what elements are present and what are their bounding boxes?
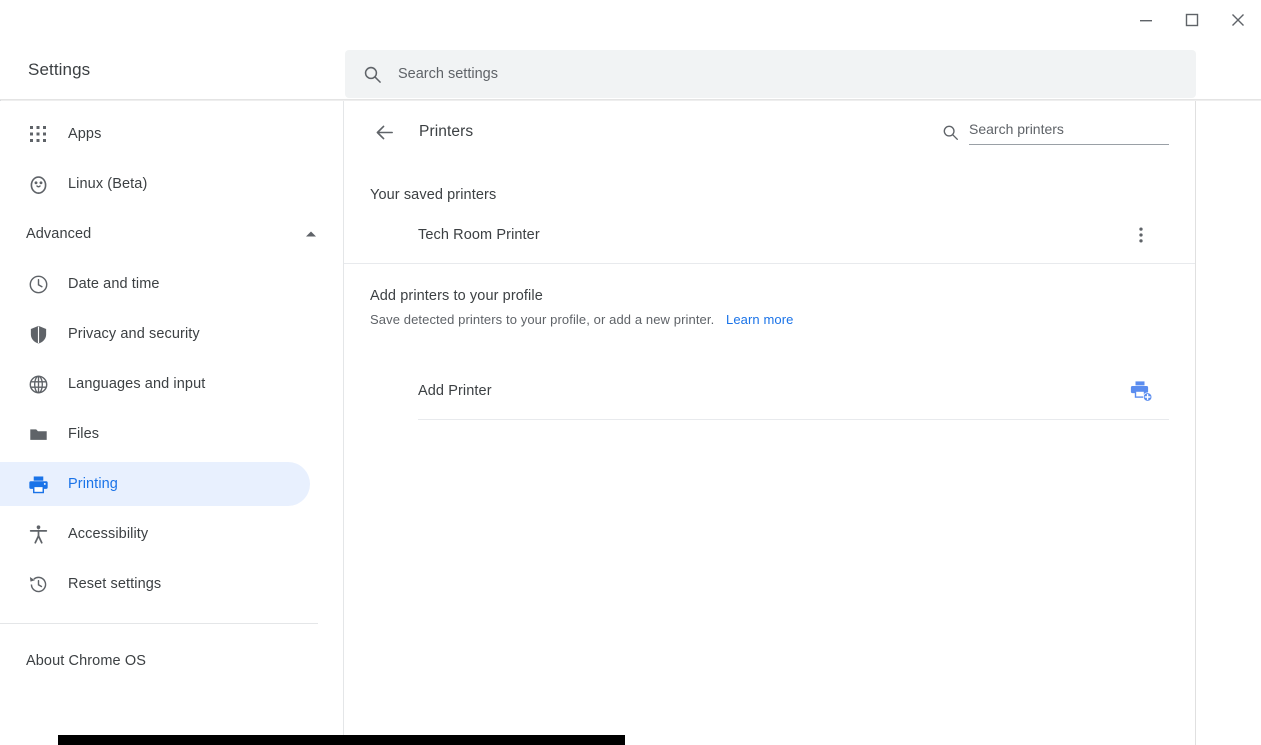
saved-printers-label: Your saved printers bbox=[370, 187, 497, 203]
add-printer-button[interactable]: Add Printer bbox=[344, 363, 1195, 419]
window-controls bbox=[1123, 0, 1261, 40]
back-arrow-icon bbox=[374, 122, 395, 143]
add-printers-subtitle-text: Save detected printers to your profile, … bbox=[370, 312, 715, 327]
close-button[interactable] bbox=[1215, 1, 1261, 39]
printer-icon bbox=[26, 472, 50, 496]
search-icon bbox=[942, 124, 959, 141]
add-printer-divider bbox=[418, 419, 1169, 420]
sidebar-item-accessibility[interactable]: Accessibility bbox=[0, 509, 343, 559]
section-divider bbox=[344, 263, 1195, 264]
add-printers-subtitle: Save detected printers to your profile, … bbox=[370, 312, 1195, 327]
add-printers-title: Add printers to your profile bbox=[370, 288, 543, 304]
sidebar-item-linux[interactable]: Linux (Beta) bbox=[0, 159, 343, 209]
printer-name: Tech Room Printer bbox=[418, 227, 540, 243]
accessibility-person-icon bbox=[26, 522, 50, 546]
shelf-bar bbox=[58, 735, 625, 745]
sidebar-item-label: Linux (Beta) bbox=[68, 176, 148, 192]
minimize-button[interactable] bbox=[1123, 1, 1169, 39]
search-settings-placeholder: Search settings bbox=[398, 66, 498, 82]
sidebar-item-date-and-time[interactable]: Date and time bbox=[0, 259, 343, 309]
add-printer-label: Add Printer bbox=[418, 383, 492, 399]
sidebar-divider bbox=[0, 623, 318, 624]
add-printers-section: Add printers to your profile Save detect… bbox=[344, 288, 1195, 327]
sidebar-item-label: Printing bbox=[68, 476, 118, 492]
sidebar-item-label: Accessibility bbox=[68, 526, 149, 542]
sidebar-item-label: About Chrome OS bbox=[26, 653, 146, 669]
sidebar-item-label: Files bbox=[68, 426, 100, 442]
sidebar-item-languages-and-input[interactable]: Languages and input bbox=[0, 359, 343, 409]
page-title: Printers bbox=[419, 123, 474, 140]
main-header: Printers Search printers bbox=[344, 101, 1195, 163]
search-icon bbox=[363, 65, 382, 84]
apps-grid-icon bbox=[26, 122, 50, 146]
search-settings-box[interactable]: Search settings bbox=[345, 50, 1196, 98]
add-printer-icon bbox=[1129, 379, 1153, 403]
linux-penguin-icon bbox=[26, 172, 50, 196]
clock-icon bbox=[26, 272, 50, 296]
sidebar-item-label: Date and time bbox=[68, 276, 160, 292]
globe-icon bbox=[26, 372, 50, 396]
sidebar-item-printing[interactable]: Printing bbox=[0, 459, 343, 509]
maximize-button[interactable] bbox=[1169, 1, 1215, 39]
settings-window: Settings Search settings Apps Linux (Bet… bbox=[0, 0, 1261, 745]
sidebar-item-label: Apps bbox=[68, 126, 102, 142]
table-row[interactable]: Tech Room Printer bbox=[344, 207, 1195, 263]
settings-body: Apps Linux (Beta) Advanced Date and time… bbox=[0, 101, 1261, 745]
back-button[interactable] bbox=[370, 118, 398, 146]
sidebar-item-label: Privacy and security bbox=[68, 326, 200, 342]
sidebar-item-privacy-and-security[interactable]: Privacy and security bbox=[0, 309, 343, 359]
sidebar-section-label: Advanced bbox=[26, 226, 92, 242]
close-icon bbox=[1232, 14, 1244, 26]
search-printers-placeholder: Search printers bbox=[969, 121, 1064, 137]
right-gutter bbox=[1196, 101, 1260, 745]
sidebar-item-about-chrome-os[interactable]: About Chrome OS bbox=[0, 636, 343, 686]
search-printers-box[interactable]: Search printers bbox=[942, 121, 1169, 145]
sidebar-item-label: Reset settings bbox=[68, 576, 162, 592]
sidebar-item-reset-settings[interactable]: Reset settings bbox=[0, 559, 343, 609]
folder-icon bbox=[26, 422, 50, 446]
restore-history-icon bbox=[26, 572, 50, 596]
minimize-icon bbox=[1140, 20, 1152, 22]
learn-more-link[interactable]: Learn more bbox=[726, 312, 793, 327]
shield-icon bbox=[26, 322, 50, 346]
sidebar-item-files[interactable]: Files bbox=[0, 409, 343, 459]
app-title: Settings bbox=[28, 60, 91, 79]
maximize-icon bbox=[1185, 13, 1199, 27]
sidebar-item-label: Languages and input bbox=[68, 376, 206, 392]
sidebar-item-apps[interactable]: Apps bbox=[0, 109, 343, 159]
main-content: Printers Search printers Your saved prin… bbox=[344, 101, 1196, 745]
window-titlebar bbox=[0, 0, 1261, 40]
search-printers-input[interactable]: Search printers bbox=[969, 121, 1169, 145]
sidebar: Apps Linux (Beta) Advanced Date and time… bbox=[0, 101, 344, 745]
chevron-up-icon bbox=[305, 230, 317, 238]
more-vert-icon[interactable] bbox=[1127, 221, 1155, 249]
sidebar-section-advanced[interactable]: Advanced bbox=[0, 209, 343, 259]
